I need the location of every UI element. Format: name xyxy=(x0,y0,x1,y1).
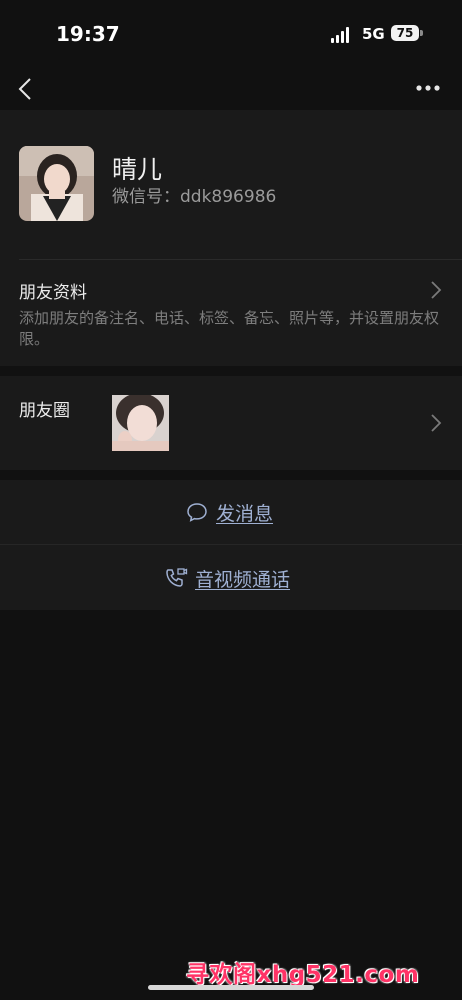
chevron-right-icon xyxy=(431,414,442,432)
wechat-id: 微信号：ddk896986 xyxy=(112,187,277,207)
profile-header: 晴儿 微信号：ddk896986 xyxy=(0,110,462,260)
chat-bubble-icon xyxy=(187,503,207,522)
section-gap xyxy=(0,366,462,376)
friend-info-description: 添加朋友的备注名、电话、标签、备忘、照片等，并设置朋友权限。 xyxy=(19,309,440,348)
more-dots-icon xyxy=(416,85,440,91)
send-message-label: 发消息 xyxy=(216,502,274,525)
moments-photo xyxy=(112,395,169,451)
contact-name: 晴儿 xyxy=(112,155,163,184)
more-button[interactable] xyxy=(412,78,444,98)
send-message-button[interactable]: 发消息 xyxy=(0,480,462,545)
status-time: 19:37 xyxy=(56,22,120,46)
actions-panel: 发消息 音视频通话 xyxy=(0,480,462,610)
video-call-label: 音视频通话 xyxy=(195,568,291,591)
chevron-right-icon xyxy=(431,281,442,299)
avatar-photo xyxy=(19,146,94,221)
section-gap xyxy=(0,470,462,480)
moments-thumbnail[interactable] xyxy=(112,395,169,451)
moments-title: 朋友圈 xyxy=(19,401,70,421)
moments-row[interactable]: 朋友圈 xyxy=(0,376,462,470)
status-bar: 19:37 5G 75 xyxy=(0,0,462,68)
signal-icon xyxy=(331,27,353,43)
watermark-text: 寻欢阁xhg521.com xyxy=(186,962,420,988)
top-bar xyxy=(0,68,462,110)
battery-tip xyxy=(420,30,423,36)
chevron-left-icon xyxy=(18,78,31,100)
friend-info-title: 朋友资料 xyxy=(19,283,87,303)
phone-video-icon xyxy=(166,568,188,587)
network-type: 5G xyxy=(362,25,385,43)
divider xyxy=(0,544,462,545)
video-call-button[interactable]: 音视频通话 xyxy=(0,546,462,610)
back-button[interactable] xyxy=(14,76,40,102)
friend-info-row[interactable]: 朋友资料 添加朋友的备注名、电话、标签、备忘、照片等，并设置朋友权限。 xyxy=(0,260,462,366)
battery-icon: 75 xyxy=(391,25,419,41)
avatar[interactable] xyxy=(19,146,94,221)
home-indicator[interactable] xyxy=(148,985,314,990)
